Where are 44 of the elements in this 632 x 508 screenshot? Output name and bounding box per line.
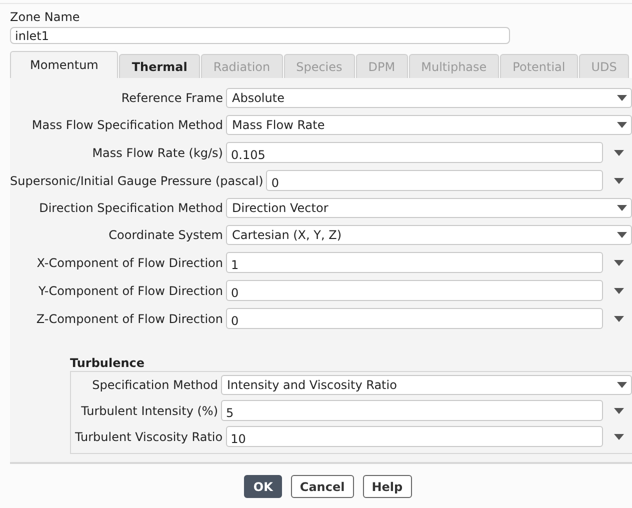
field-label: Supersonic/Initial Gauge Pressure (pascal) xyxy=(10,174,264,188)
dialog-button[interactable]: Cancel xyxy=(290,475,354,498)
caret-icon[interactable] xyxy=(614,316,624,322)
field-label: Y-Component of Flow Direction xyxy=(37,284,223,298)
section-title: Turbulence xyxy=(70,356,146,370)
field-label: Reference Frame xyxy=(120,91,223,105)
dropdown[interactable]: Direction Vector xyxy=(226,198,632,218)
caret-icon[interactable] xyxy=(614,178,624,184)
field-label: Turbulent Viscosity Ratio xyxy=(75,430,223,444)
zone-name-label: Zone Name xyxy=(10,10,81,24)
field-label: X-Component of Flow Direction xyxy=(36,256,223,270)
caret-icon[interactable] xyxy=(617,95,627,101)
dropdown[interactable]: Cartesian (X, Y, Z) xyxy=(226,225,632,245)
caret-icon[interactable] xyxy=(617,205,627,211)
field-label: Z-Component of Flow Direction xyxy=(35,312,223,326)
input-field[interactable]: 1 xyxy=(226,252,603,273)
dialog-button[interactable]: OK xyxy=(244,475,282,498)
caret-icon[interactable] xyxy=(614,408,624,414)
tab[interactable]: Thermal xyxy=(119,54,200,78)
caret-icon[interactable] xyxy=(614,434,624,440)
dropdown[interactable]: Absolute xyxy=(226,88,632,108)
field-label: Specification Method xyxy=(91,378,218,392)
caret-icon[interactable] xyxy=(614,260,624,266)
input-field[interactable]: 10 xyxy=(226,426,603,447)
input-field[interactable]: 0 xyxy=(226,308,603,329)
field-label: Turbulent Intensity (%) xyxy=(80,404,218,418)
field-label: Direction Specification Method xyxy=(38,201,223,215)
field-label: Mass Flow Rate (kg/s) xyxy=(91,146,223,160)
input-field[interactable]: 0 xyxy=(266,170,603,191)
input-field[interactable]: 0 xyxy=(226,280,603,301)
dialog-button[interactable]: Help xyxy=(362,475,412,498)
zone-name-field[interactable]: inlet1 xyxy=(10,27,510,44)
input-field[interactable]: 5 xyxy=(221,400,603,421)
input-field[interactable]: 0.105 xyxy=(226,142,603,163)
field-label: Coordinate System xyxy=(108,228,223,242)
caret-icon[interactable] xyxy=(617,382,627,388)
caret-icon[interactable] xyxy=(614,150,624,156)
caret-icon[interactable] xyxy=(617,122,627,128)
caret-icon[interactable] xyxy=(614,288,624,294)
tab[interactable]: Momentum xyxy=(10,51,118,78)
dropdown[interactable]: Intensity and Viscosity Ratio xyxy=(221,375,632,395)
field-label: Mass Flow Specification Method xyxy=(30,118,223,132)
dropdown[interactable]: Mass Flow Rate xyxy=(226,115,632,135)
caret-icon[interactable] xyxy=(617,232,627,238)
